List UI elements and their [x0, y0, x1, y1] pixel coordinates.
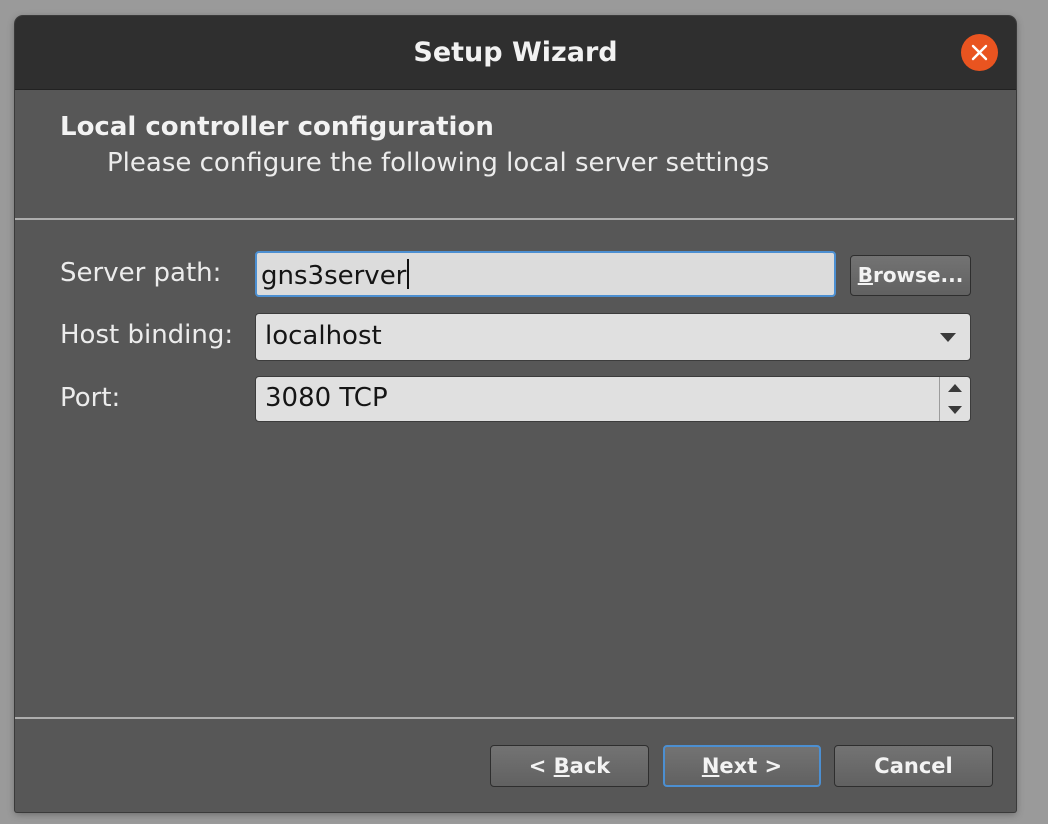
port-spinbox[interactable]: 3080 TCP: [255, 376, 971, 422]
browse-mnemonic: B: [857, 263, 873, 287]
spin-up-button[interactable]: [940, 377, 970, 399]
spin-buttons: [939, 377, 970, 421]
host-binding-select[interactable]: localhost: [255, 313, 971, 361]
host-binding-value: localhost: [265, 321, 382, 351]
server-path-value: gns3server: [261, 261, 407, 291]
back-mnemonic: B: [553, 754, 570, 778]
spin-down-button[interactable]: [940, 399, 970, 421]
window-title: Setup Wizard: [413, 37, 618, 68]
back-prefix: <: [528, 754, 554, 778]
chevron-down-icon: [940, 333, 956, 342]
browse-button[interactable]: Browse...: [850, 255, 971, 296]
title-bar: Setup Wizard: [15, 16, 1016, 90]
spin-up-icon: [948, 384, 962, 392]
close-icon: [971, 44, 988, 61]
port-value: 3080 TCP: [265, 383, 388, 413]
next-mnemonic: N: [701, 754, 720, 778]
browse-label: rowse...: [872, 263, 964, 287]
page-subtitle: Please configure the following local ser…: [107, 148, 770, 178]
server-path-label: Server path:: [60, 258, 222, 288]
page-header: Local controller configuration Please co…: [15, 90, 1016, 218]
page-title: Local controller configuration: [60, 112, 494, 142]
next-button[interactable]: Next >: [663, 745, 821, 787]
spin-down-icon: [948, 406, 962, 414]
port-label: Port:: [60, 383, 121, 413]
back-button[interactable]: < Back: [490, 745, 649, 787]
setup-wizard-window: Setup Wizard Local controller configurat…: [15, 16, 1016, 812]
next-label: ext >: [719, 754, 783, 778]
server-path-input[interactable]: gns3server: [255, 251, 836, 297]
back-label: ack: [569, 754, 611, 778]
footer-divider: [15, 717, 1014, 719]
host-binding-label: Host binding:: [60, 320, 234, 350]
text-caret: [407, 259, 410, 289]
cancel-button[interactable]: Cancel: [834, 745, 993, 787]
header-divider: [15, 218, 1014, 220]
close-button[interactable]: [961, 34, 998, 71]
